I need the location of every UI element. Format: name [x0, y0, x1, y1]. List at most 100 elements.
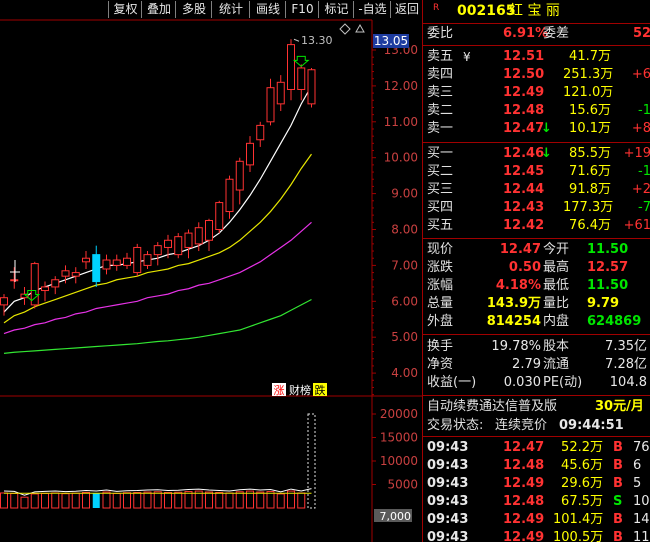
- ask-label: 卖五: [427, 49, 454, 64]
- price-axis-label-5: 8.00: [391, 223, 418, 237]
- candle-body: [92, 254, 101, 283]
- volume-bar: [51, 492, 60, 509]
- kline-chart[interactable]: 13.0012.0011.0010.009.008.007.006.005.00…: [0, 0, 422, 542]
- stat-label: 外盘: [427, 314, 454, 329]
- candle-body: [102, 259, 111, 270]
- badge-die: 跌: [315, 383, 326, 397]
- volume-bar: [0, 492, 8, 509]
- bid-label: 买三: [427, 182, 454, 197]
- bid-delta: -7: [638, 200, 650, 215]
- stat-value: 143.9万: [486, 296, 541, 311]
- candle-body: [235, 160, 244, 191]
- divider: [423, 334, 650, 335]
- divider: [423, 436, 650, 437]
- stat-value: 12.47: [499, 242, 541, 257]
- bid-volume: 91.8万: [569, 182, 611, 197]
- candle-body: [276, 81, 285, 105]
- tick-count: 6: [633, 458, 642, 473]
- ask-volume: 41.7万: [569, 49, 611, 64]
- candle-body: [307, 69, 316, 105]
- divider: [423, 238, 650, 239]
- volume-bar: [256, 491, 265, 509]
- bid-price: 12.45: [503, 164, 545, 179]
- candle-body: [51, 279, 60, 288]
- status-value: 连续竞价: [495, 418, 548, 433]
- price-axis-label-7: 6.00: [391, 294, 418, 308]
- stat-value: 7.28亿: [605, 357, 647, 372]
- weibi-label: 委比: [427, 26, 454, 41]
- ask-price: 12.48: [503, 103, 545, 118]
- ask-row: 卖二 12.48 15.6万 -1: [423, 102, 650, 120]
- ask-label: 卖四: [427, 67, 454, 82]
- tick-time: 09:43: [427, 530, 469, 542]
- stock-name: 红 宝 丽: [509, 3, 560, 19]
- tick-count: 76: [633, 440, 650, 455]
- volume-bar: [133, 491, 142, 509]
- bid-label: 买一: [427, 146, 454, 161]
- volume-bar: [123, 492, 131, 509]
- bid-volume: 177.3万: [563, 200, 614, 215]
- bid-price: 12.42: [503, 218, 545, 233]
- tick-bs: B: [613, 440, 623, 455]
- price-axis-label-6: 7.00: [391, 258, 418, 272]
- volume-axis-label-3: 5000: [387, 478, 418, 492]
- tick-volume: 67.5万: [561, 494, 603, 509]
- ask-row: 卖五 ¥12.51 41.7万: [423, 48, 650, 66]
- tick-volume: 101.4万: [553, 512, 604, 527]
- tick-row: 09:43 12.47 52.2万 B 76: [423, 439, 650, 457]
- volume-bar: [297, 492, 306, 509]
- promo-text: 自动续费通达信普及版: [427, 399, 558, 414]
- tick-row: 09:43 12.49 101.4万 B 14: [423, 511, 650, 529]
- volume-bar: [41, 492, 49, 509]
- tick-time: 09:43: [427, 476, 469, 491]
- promo-price: 30元/月: [595, 399, 644, 414]
- bid-delta: -1: [638, 164, 650, 179]
- candle-body: [164, 239, 172, 248]
- tick-row: 09:43 12.49 100.5万 B 11: [423, 529, 650, 542]
- stat-value: 624869: [587, 314, 642, 329]
- divider: [423, 45, 650, 46]
- stat-row: 现价 12.47 今开 11.50: [423, 241, 650, 259]
- ask-volume: 251.3万: [563, 67, 614, 82]
- yen-icon: ¥: [463, 50, 471, 64]
- stat-value: 19.78%: [491, 339, 541, 354]
- ask-label: 卖三: [427, 85, 454, 100]
- stat-row: 总量 143.9万 量比 9.79: [423, 295, 650, 313]
- candle-body: [225, 178, 234, 213]
- volume-bar: [184, 491, 193, 509]
- tick-price: 12.48: [503, 494, 545, 509]
- stat-label: 总量: [427, 296, 454, 311]
- stat-value: 4.18%: [495, 278, 541, 293]
- tick-time: 09:43: [427, 512, 469, 527]
- candle-body: [41, 286, 49, 292]
- stat-label: 量比: [543, 296, 570, 311]
- bid-price: 12.46: [503, 146, 545, 161]
- stat-label: 流通: [543, 357, 570, 372]
- candle-body: [297, 67, 306, 90]
- price-axis-label-1: 12.00: [384, 79, 418, 93]
- volume-axis-label-2: 10000: [380, 454, 418, 468]
- stat-label: 现价: [427, 242, 454, 257]
- high-label: 13.30: [301, 34, 333, 47]
- volume-bar: [235, 491, 244, 509]
- volume-axis-label-1: 15000: [380, 431, 418, 445]
- tick-count: 14: [633, 512, 650, 527]
- weibi-row: 委比 6.91% 委差 52: [423, 25, 650, 43]
- bid-delta: +19: [623, 146, 650, 161]
- tick-price: 12.48: [503, 458, 545, 473]
- volume-bar: [174, 491, 183, 509]
- stat-row: 涨跌 0.50 最高 12.57: [423, 259, 650, 277]
- stat-value: 2.79: [512, 357, 541, 372]
- bid-volume: 85.5万: [569, 146, 611, 161]
- volume-bar: [112, 492, 121, 509]
- tick-price: 12.49: [503, 476, 545, 491]
- stat-row: 涨幅 4.18% 最低 11.50: [423, 277, 650, 295]
- diamond-icon: [339, 23, 351, 35]
- ask-price: 12.50: [503, 67, 545, 82]
- stat-label: 换手: [427, 339, 454, 354]
- tick-volume: 29.6万: [561, 476, 603, 491]
- volume-bar: [205, 491, 213, 509]
- ask-delta: +8: [631, 121, 650, 136]
- volume-bar: [215, 491, 224, 509]
- stat-value: 9.79: [587, 296, 620, 311]
